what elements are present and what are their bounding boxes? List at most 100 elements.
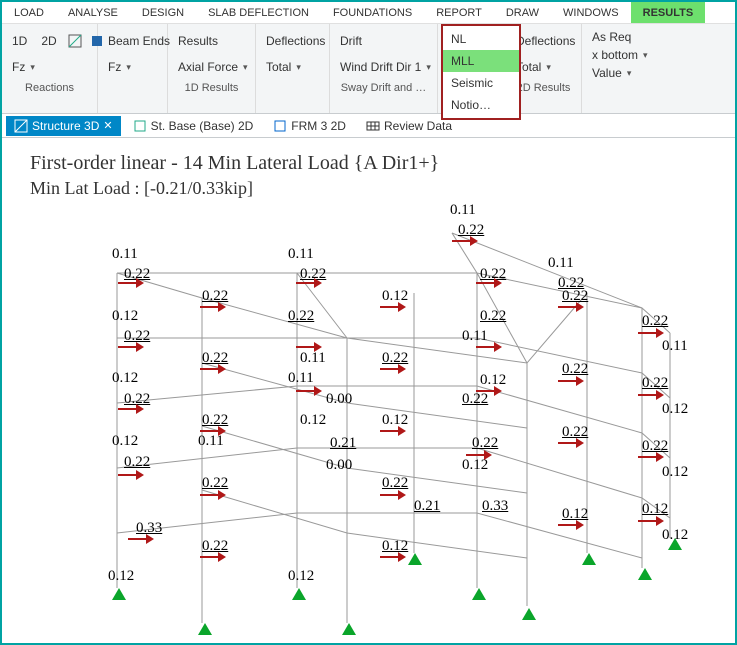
node-value-label: 0.22 [124,454,150,471]
node-value-label: 0.21 [330,435,356,452]
node-value-label: 0.12 [108,568,134,585]
tab-icon [14,119,28,133]
node-value-label: 0.22 [288,308,314,325]
ribbon-group-1dresults: Results Axial Force▾ 1D Results [168,24,256,113]
dropdown-item-mll[interactable]: MLL [443,50,519,72]
tab-st-base-base-2d[interactable]: St. Base (Base) 2D [125,116,262,136]
load-arrow-icon [296,342,322,352]
tab-frm-3-2d[interactable]: FRM 3 2D [265,116,354,136]
load-arrow-icon [380,490,406,500]
close-icon[interactable]: ✕ [103,119,112,132]
tab-label: St. Base (Base) 2D [151,119,254,133]
dropdown-item-seismic[interactable]: Seismic [443,72,519,94]
menu-slab-deflection[interactable]: SLAB DEFLECTION [196,2,321,23]
tab-label: Structure 3D [32,119,99,133]
reaction-fz-dropdown[interactable]: Fz▾ [8,58,39,76]
load-arrow-icon [200,302,226,312]
menu-windows[interactable]: WINDOWS [551,2,631,23]
xbottom-dropdown[interactable]: x bottom▾ [588,46,652,64]
menu-draw[interactable]: DRAW [494,2,551,23]
load-arrow-icon [558,376,584,386]
ribbon-group-asreq: As Req x bottom▾ Value▾ [582,24,735,113]
load-arrow-icon [118,404,144,414]
ribbon-group-sway: Drift Wind Drift Dir 1▾ Sway Drift and … [330,24,438,113]
group-label-1d: 1D Results [174,80,249,96]
deflections-1d-button[interactable]: Deflections [262,32,329,50]
tab-structure-3d[interactable]: Structure 3D ✕ [6,116,121,136]
load-arrow-icon [380,552,406,562]
menu-design[interactable]: DESIGN [130,2,196,23]
tab-icon [273,119,287,133]
node-value-label: 0.12 [288,568,314,585]
value-dropdown[interactable]: Value▾ [588,64,635,82]
load-arrow-icon [118,342,144,352]
ribbon-group-reactions: 1D 2D Fz▾ Reactions [2,24,98,113]
results-1d-button[interactable]: Results [174,32,222,50]
load-arrow-icon [296,386,322,396]
dropdown-item-nl[interactable]: NL [443,28,519,50]
load-arrow-icon [296,278,322,288]
as-req-button[interactable]: As Req [588,28,635,46]
ribbon-group-deflections1: Deflections Total▾ [256,24,330,113]
load-arrow-icon [380,426,406,436]
ribbon: 1D 2D Fz▾ Reactions Beam Ends Fz▾ Result… [2,24,735,114]
node-value-label: 0.11 [450,202,476,219]
node-value-label: 0.11 [548,255,574,272]
view-2d-button[interactable]: 2D [37,32,60,50]
node-value-label: 0.22 [480,308,506,325]
load-arrow-icon [476,342,502,352]
menu-load[interactable]: LOAD [2,2,56,23]
group-label-sway: Sway Drift and … [336,80,431,96]
drift-button[interactable]: Drift [336,32,366,50]
deflections-total-dropdown[interactable]: Total▾ [262,58,305,76]
support-icon [408,553,422,565]
menu-analyse[interactable]: ANALYSE [56,2,130,23]
node-value-label: 0.11 [288,370,314,387]
load-arrow-icon [452,236,478,246]
load-arrow-icon [200,552,226,562]
support-icon [198,623,212,635]
node-value-label: 0.21 [414,498,440,515]
wind-drift-dropdown[interactable]: Wind Drift Dir 1▾ [336,58,435,76]
node-value-label: 0.12 [300,412,326,429]
app-window: LOADANALYSEDESIGNSLAB DEFLECTIONFOUNDATI… [0,0,737,645]
document-tabs: Structure 3D ✕ St. Base (Base) 2D FRM 3 2D R… [2,114,735,138]
menu-results[interactable]: RESULTS [631,2,706,23]
support-icon [292,588,306,600]
load-arrow-icon [200,426,226,436]
ribbon-group-beamends: Beam Ends Fz▾ [98,24,168,113]
node-value-label: 0.33 [482,498,508,515]
menu-foundations[interactable]: FOUNDATIONS [321,2,424,23]
load-arrow-icon [118,278,144,288]
support-icon [582,553,596,565]
beam-ends-button[interactable]: Beam Ends [104,32,174,50]
support-icon [638,568,652,580]
load-arrow-icon [466,450,492,460]
load-arrow-icon [128,534,154,544]
node-value-label: 0.12 [112,433,138,450]
axial-force-dropdown[interactable]: Axial Force▾ [174,58,252,76]
structure-view-canvas[interactable]: First-order linear - 14 Min Lateral Load… [2,138,735,643]
deflections-2d-button[interactable]: Deflections [512,32,579,50]
load-arrow-icon [638,390,664,400]
load-arrow-icon [380,302,406,312]
beam-fz-dropdown[interactable]: Fz▾ [104,58,135,76]
load-arrow-icon [558,438,584,448]
tab-label: Review Data [384,119,452,133]
node-value-label: 0.00 [326,457,352,474]
menu-report[interactable]: REPORT [424,2,494,23]
support-icon [342,623,356,635]
load-arrow-icon [638,452,664,462]
tab-label: FRM 3 2D [291,119,346,133]
load-arrow-icon [200,490,226,500]
load-arrow-icon [200,364,226,374]
drift-type-dropdown: NLMLLSeismicNotio… [441,24,521,120]
load-arrow-icon [638,328,664,338]
node-value-label: 0.11 [112,246,138,263]
group-label-reactions: Reactions [8,80,91,96]
reactions-icon-1[interactable] [67,33,83,49]
dropdown-item-notio[interactable]: Notio… [443,94,519,116]
tab-icon [133,119,147,133]
load-arrow-icon [476,278,502,288]
view-1d-button[interactable]: 1D [8,32,31,50]
